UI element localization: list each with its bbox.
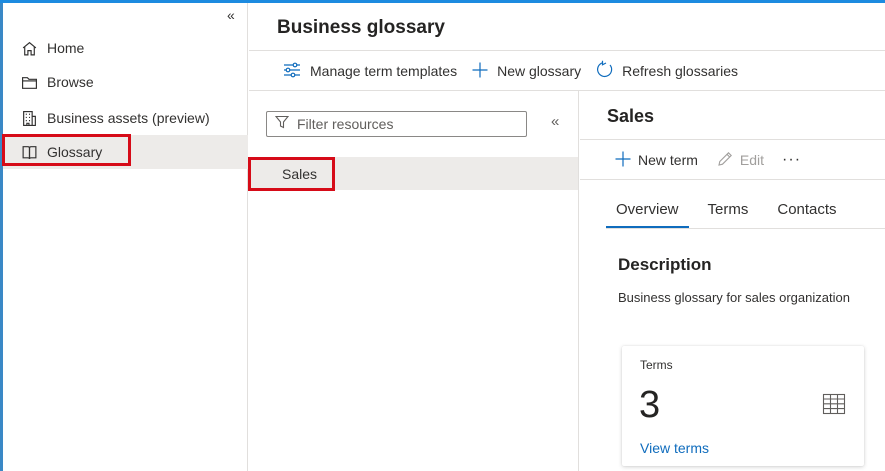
folder-icon xyxy=(20,73,38,91)
tab-contacts[interactable]: Contacts xyxy=(767,191,846,228)
detail-toolbar: New term Edit ··· xyxy=(580,140,885,180)
new-term-button[interactable]: New term xyxy=(614,150,698,171)
description-heading: Description xyxy=(618,255,712,274)
filter-icon xyxy=(274,115,297,134)
sidebar-item-label: Browse xyxy=(47,74,94,90)
sidebar-item-glossary[interactable]: Glossary xyxy=(3,135,248,169)
sidebar-item-label: Home xyxy=(47,40,85,56)
sidebar-item-label: Glossary xyxy=(47,144,103,160)
detail-toolbar-divider xyxy=(580,179,885,180)
collapse-list-button[interactable]: « xyxy=(551,113,559,130)
sidebar-item-browse[interactable]: Browse xyxy=(3,65,248,99)
glossary-item-label: Sales xyxy=(282,165,318,182)
edit-label: Edit xyxy=(739,152,765,168)
more-options-button[interactable]: ··· xyxy=(782,151,801,169)
main-toolbar: Manage term templates New glossary Refre… xyxy=(249,51,885,91)
sidebar-item-business-assets[interactable]: Business assets (preview) xyxy=(3,101,248,135)
refresh-icon xyxy=(595,60,622,82)
refresh-glossaries-label: Refresh glossaries xyxy=(622,63,739,79)
glossary-detail-pane: Sales New term Edit ··· Overview Terms C… xyxy=(580,91,885,471)
plus-icon xyxy=(614,150,638,171)
building-icon xyxy=(20,109,38,127)
pencil-icon xyxy=(716,150,740,171)
view-terms-link[interactable]: View terms xyxy=(640,440,709,456)
home-icon xyxy=(20,39,38,57)
terms-card-label: Terms xyxy=(640,358,673,372)
new-glossary-button[interactable]: New glossary xyxy=(471,61,581,82)
manage-term-templates-label: Manage term templates xyxy=(310,63,458,79)
terms-count: 3 xyxy=(639,384,661,426)
sliders-icon xyxy=(282,61,310,82)
new-term-label: New term xyxy=(638,152,698,168)
filter-resources-input[interactable] xyxy=(297,116,517,132)
plus-icon xyxy=(471,61,497,82)
description-text: Business glossary for sales organization xyxy=(618,290,850,305)
glossary-list-pane: « Sales xyxy=(249,91,579,471)
manage-term-templates-button[interactable]: Manage term templates xyxy=(282,61,457,82)
tab-overview[interactable]: Overview xyxy=(606,191,689,228)
filter-box xyxy=(266,111,527,137)
left-nav-sidebar: « Home Browse Business assets (preview) … xyxy=(3,3,248,471)
tab-terms[interactable]: Terms xyxy=(698,191,759,228)
edit-button[interactable]: Edit xyxy=(716,150,764,171)
page-title: Business glossary xyxy=(277,17,445,38)
table-icon xyxy=(822,393,846,420)
sidebar-item-label: Business assets (preview) xyxy=(47,110,210,126)
glossary-item-sales[interactable]: Sales xyxy=(249,157,578,190)
book-icon xyxy=(20,143,38,161)
detail-tabs: Overview Terms Contacts xyxy=(606,191,856,228)
sidebar-item-home[interactable]: Home xyxy=(3,31,248,65)
terms-card: Terms 3 View terms xyxy=(622,346,864,466)
collapse-nav-button[interactable]: « xyxy=(227,7,235,23)
new-glossary-label: New glossary xyxy=(497,63,582,79)
refresh-glossaries-button[interactable]: Refresh glossaries xyxy=(595,60,738,82)
detail-title: Sales xyxy=(607,106,655,126)
tabs-divider xyxy=(606,228,885,229)
